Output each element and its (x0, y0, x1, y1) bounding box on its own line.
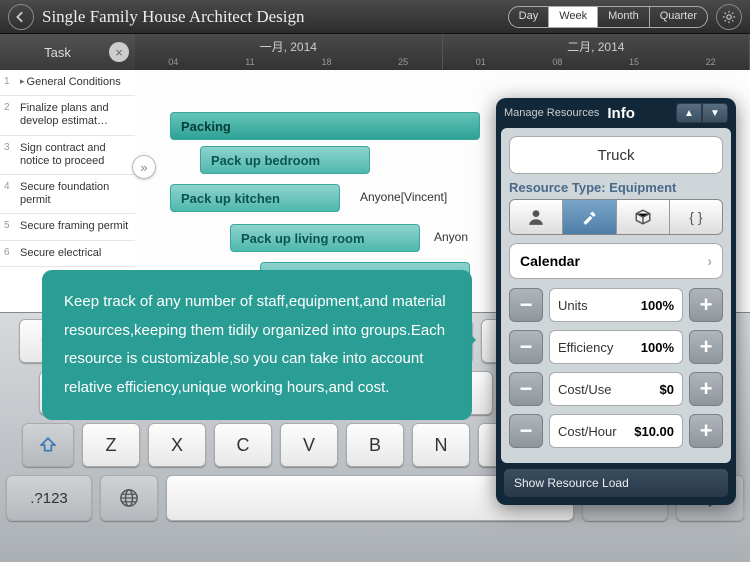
back-button[interactable] (8, 4, 34, 30)
task-row[interactable]: 4Secure foundation permit (0, 175, 135, 214)
plus-button[interactable]: + (689, 330, 723, 364)
key[interactable]: C (214, 423, 272, 467)
calendar-row[interactable]: Calendar › (509, 243, 723, 279)
minus-button[interactable]: − (509, 288, 543, 322)
key[interactable]: V (280, 423, 338, 467)
minus-button[interactable]: − (509, 372, 543, 406)
key[interactable]: X (148, 423, 206, 467)
box-icon[interactable] (617, 200, 670, 234)
task-row[interactable]: 6Secure electrical (0, 241, 135, 267)
task-row[interactable]: 3Sign contract and notice to proceed (0, 136, 135, 175)
gantt-bar[interactable]: Pack up bedroom (200, 146, 370, 174)
help-tooltip: Keep track of any number of staff,equipm… (42, 270, 472, 420)
numbers-key[interactable]: .?123 (6, 475, 92, 521)
prev-resource-button[interactable]: ▲ (676, 103, 702, 123)
resource-type-label: Resource Type: Equipment (509, 180, 723, 195)
resource-type-segmented: { } (509, 199, 723, 235)
value-row: −Units100%+ (509, 287, 723, 323)
view-segmented: Day Week Month Quarter (508, 6, 708, 28)
minus-button[interactable]: − (509, 330, 543, 364)
hammer-icon[interactable] (563, 200, 616, 234)
next-resource-button[interactable]: ▼ (702, 103, 728, 123)
plus-button[interactable]: + (689, 372, 723, 406)
view-month[interactable]: Month (598, 7, 650, 27)
key[interactable]: N (412, 423, 470, 467)
value-row: −Efficiency100%+ (509, 329, 723, 365)
expand-button[interactable]: » (132, 155, 156, 179)
task-row[interactable]: 5Secure framing permit (0, 214, 135, 240)
globe-key[interactable] (100, 475, 158, 521)
person-icon[interactable] (510, 200, 563, 234)
page-title: Single Family House Architect Design (42, 7, 508, 27)
calendar-label: Calendar (520, 253, 707, 269)
show-resource-load-button[interactable]: Show Resource Load (504, 469, 728, 497)
plus-button[interactable]: + (689, 414, 723, 448)
key[interactable]: Z (82, 423, 140, 467)
value-row: −Cost/Hour$10.00+ (509, 413, 723, 449)
view-quarter[interactable]: Quarter (650, 7, 707, 27)
chevron-right-icon: › (707, 253, 712, 269)
shift-key[interactable] (22, 423, 74, 467)
settings-button[interactable] (716, 4, 742, 30)
braces-icon[interactable]: { } (670, 200, 722, 234)
plus-button[interactable]: + (689, 288, 723, 322)
task-row[interactable]: 2Finalize plans and develop estimat… (0, 96, 135, 135)
key[interactable]: B (346, 423, 404, 467)
value-field[interactable]: Units100% (549, 288, 683, 322)
minus-button[interactable]: − (509, 414, 543, 448)
task-row[interactable]: 1▸General Conditions (0, 70, 135, 96)
view-day[interactable]: Day (509, 7, 550, 27)
popover-breadcrumb[interactable]: Manage Resources (504, 107, 599, 119)
resource-popover: Manage Resources Info ▲ ▼ Truck Resource… (496, 98, 736, 505)
value-field[interactable]: Cost/Hour$10.00 (549, 414, 683, 448)
popover-tab: Info (607, 105, 635, 122)
top-bar: Single Family House Architect Design Day… (0, 0, 750, 34)
gantt-bar[interactable]: Packing (170, 112, 480, 140)
task-header: Task (6, 45, 109, 60)
gantt-bar[interactable]: Pack up living room (230, 224, 420, 252)
view-week[interactable]: Week (549, 7, 598, 27)
value-field[interactable]: Cost/Use$0 (549, 372, 683, 406)
close-icon[interactable]: × (109, 42, 129, 62)
assignee-label: Anyone[Vincent] (360, 190, 447, 204)
resource-name-field[interactable]: Truck (509, 136, 723, 174)
assignee-label: Anyon (434, 230, 468, 244)
gantt-bar[interactable]: Pack up kitchen (170, 184, 340, 212)
value-row: −Cost/Use$0+ (509, 371, 723, 407)
value-field[interactable]: Efficiency100% (549, 330, 683, 364)
